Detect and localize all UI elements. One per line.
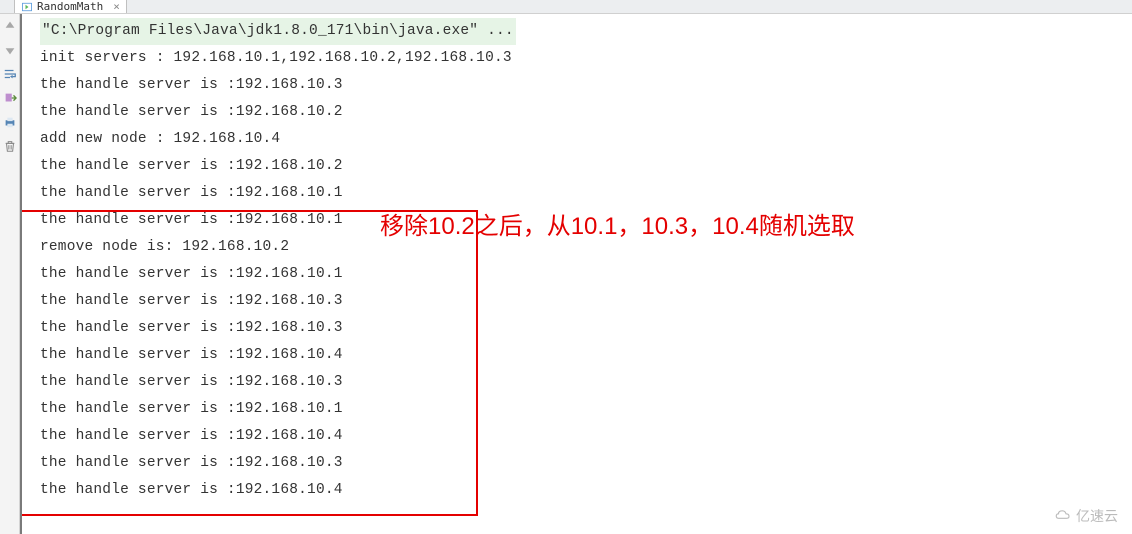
console-cmd-line: "C:\Program Files\Java\jdk1.8.0_171\bin\… bbox=[40, 18, 516, 45]
console-line: the handle server is :192.168.10.4 bbox=[40, 342, 1132, 369]
console-gutter bbox=[0, 14, 20, 534]
down-arrow-icon[interactable] bbox=[2, 42, 18, 58]
console-line: the handle server is :192.168.10.1 bbox=[40, 261, 1132, 288]
trash-icon[interactable] bbox=[2, 138, 18, 154]
up-arrow-icon[interactable] bbox=[2, 18, 18, 34]
console-line: the handle server is :192.168.10.1 bbox=[40, 180, 1132, 207]
print-icon[interactable] bbox=[2, 114, 18, 130]
export-icon[interactable] bbox=[2, 90, 18, 106]
cloud-icon bbox=[1054, 507, 1072, 525]
run-config-icon bbox=[21, 1, 33, 13]
console-line: the handle server is :192.168.10.2 bbox=[40, 99, 1132, 126]
console-area[interactable]: "C:\Program Files\Java\jdk1.8.0_171\bin\… bbox=[20, 14, 1132, 534]
close-icon[interactable]: × bbox=[113, 0, 120, 13]
console-line: the handle server is :192.168.10.3 bbox=[40, 450, 1132, 477]
wrap-icon[interactable] bbox=[2, 66, 18, 82]
console-line: add new node : 192.168.10.4 bbox=[40, 126, 1132, 153]
console-line: the handle server is :192.168.10.3 bbox=[40, 72, 1132, 99]
annotation-text: 移除10.2之后，从10.1，10.3，10.4随机选取 bbox=[380, 206, 855, 241]
watermark-text: 亿速云 bbox=[1076, 506, 1118, 526]
main-area: "C:\Program Files\Java\jdk1.8.0_171\bin\… bbox=[0, 14, 1132, 534]
console-line: the handle server is :192.168.10.3 bbox=[40, 369, 1132, 396]
watermark: 亿速云 bbox=[1054, 506, 1118, 526]
tab-bar: RandomMath × bbox=[0, 0, 1132, 14]
console-line: the handle server is :192.168.10.3 bbox=[40, 315, 1132, 342]
console-line: the handle server is :192.168.10.1 bbox=[40, 396, 1132, 423]
console-line: the handle server is :192.168.10.2 bbox=[40, 153, 1132, 180]
console-line: init servers : 192.168.10.1,192.168.10.2… bbox=[40, 45, 1132, 72]
tab-randommath[interactable]: RandomMath × bbox=[14, 0, 127, 13]
tab-title: RandomMath bbox=[37, 0, 103, 13]
console-line: the handle server is :192.168.10.4 bbox=[40, 423, 1132, 450]
console-line: the handle server is :192.168.10.4 bbox=[40, 477, 1132, 504]
console-output: "C:\Program Files\Java\jdk1.8.0_171\bin\… bbox=[22, 14, 1132, 504]
console-line: the handle server is :192.168.10.3 bbox=[40, 288, 1132, 315]
